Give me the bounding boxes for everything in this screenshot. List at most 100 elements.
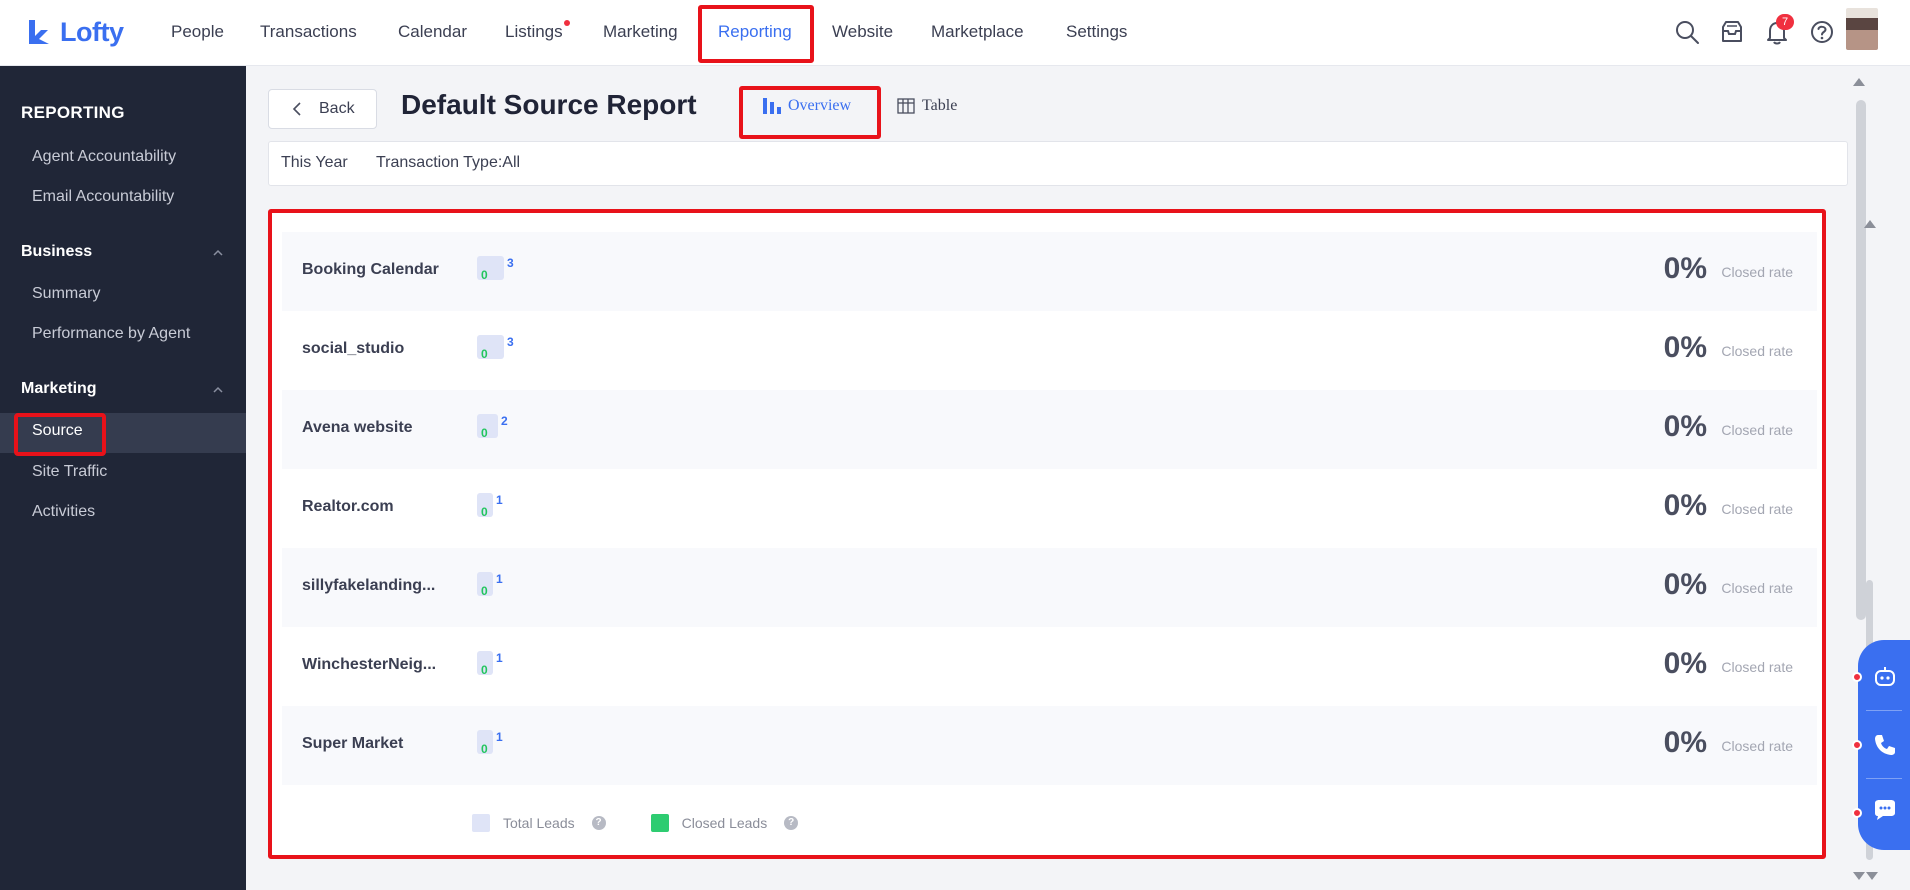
sidebar-item-email-accountability[interactable]: Email Accountability xyxy=(32,188,174,206)
nav-listings[interactable]: Listings xyxy=(505,20,570,44)
source-row: Super Market 0 1 0% Closed rate xyxy=(282,706,1817,785)
sidebar-title: REPORTING xyxy=(21,103,125,122)
source-row: WinchesterNeig... 0 1 0% Closed rate xyxy=(282,627,1817,706)
chevron-left-icon xyxy=(292,102,301,116)
nav-settings[interactable]: Settings xyxy=(1066,20,1127,44)
search-icon[interactable] xyxy=(1673,18,1701,46)
notification-count-badge: 7 xyxy=(1776,14,1794,30)
sidebar-item-summary[interactable]: Summary xyxy=(32,285,100,303)
nav-website[interactable]: Website xyxy=(832,20,893,44)
lofty-logo-icon xyxy=(29,20,49,44)
widget-divider xyxy=(1866,778,1902,779)
reporting-highlight-box xyxy=(698,5,814,63)
closed-rate-value: 0% xyxy=(1663,252,1707,285)
filter-bar[interactable]: This Year Transaction Type:All xyxy=(268,141,1848,186)
source-row: Realtor.com 0 1 0% Closed rate xyxy=(282,469,1817,548)
closed-leads-value: 0 xyxy=(481,347,488,361)
nav-transactions[interactable]: Transactions xyxy=(260,20,357,44)
sidebar-item-activities[interactable]: Activities xyxy=(32,503,95,521)
closed-rate-value: 0% xyxy=(1663,331,1707,364)
legend-label-total: Total Leads xyxy=(503,815,575,831)
source-row: social_studio 0 3 0% Closed rate xyxy=(282,311,1817,390)
phone-alert-dot xyxy=(1852,740,1862,750)
source-name: Booking Calendar xyxy=(302,261,439,278)
chat-alert-dot xyxy=(1852,808,1862,818)
nav-marketplace[interactable]: Marketplace xyxy=(931,20,1024,44)
closed-rate-label: Closed rate xyxy=(1721,422,1793,438)
chat-icon[interactable] xyxy=(1872,797,1898,823)
lofty-logo[interactable]: Lofty xyxy=(26,12,124,52)
closed-rate-label: Closed rate xyxy=(1721,264,1793,280)
closed-rate-label: Closed rate xyxy=(1721,343,1793,359)
closed-rate-value: 0% xyxy=(1663,568,1707,601)
nav-marketing[interactable]: Marketing xyxy=(603,20,678,44)
closed-rate-label: Closed rate xyxy=(1721,501,1793,517)
source-row: sillyfakelanding... 0 1 0% Closed rate xyxy=(282,548,1817,627)
filter-period[interactable]: This Year xyxy=(281,154,348,172)
tab-table[interactable]: Table xyxy=(897,97,957,115)
listings-notification-dot xyxy=(563,20,570,26)
filter-transaction-type[interactable]: Transaction Type:All xyxy=(376,154,520,172)
source-name: social_studio xyxy=(302,340,405,357)
closed-leads-value: 0 xyxy=(481,268,488,282)
logo-text: Lofty xyxy=(60,16,124,47)
total-leads-value: 1 xyxy=(496,572,503,586)
closed-leads-value: 0 xyxy=(481,426,488,440)
closed-leads-value: 0 xyxy=(481,663,488,677)
total-leads-value: 3 xyxy=(507,335,514,349)
nav-listings-label: Listings xyxy=(505,22,563,41)
back-button[interactable]: Back xyxy=(268,89,377,129)
chatbot-icon[interactable] xyxy=(1872,665,1898,691)
legend-label-closed: Closed Leads xyxy=(681,815,768,831)
source-chart-card: Booking Calendar 0 3 0% Closed rate social_st… xyxy=(268,209,1826,859)
closed-leads-value: 0 xyxy=(481,742,488,756)
total-leads-value: 2 xyxy=(501,414,508,428)
closed-leads-value: 0 xyxy=(481,505,488,519)
back-label: Back xyxy=(319,100,355,117)
nav-calendar[interactable]: Calendar xyxy=(398,20,467,44)
closed-rate-value: 0% xyxy=(1663,726,1707,759)
closed-rate-value: 0% xyxy=(1663,489,1707,522)
closed-rate-value: 0% xyxy=(1663,410,1707,443)
user-avatar[interactable] xyxy=(1846,8,1878,50)
source-name: Super Market xyxy=(302,735,404,752)
source-highlight-box xyxy=(14,413,106,456)
source-row: Booking Calendar 0 3 0% Closed rate xyxy=(282,232,1817,311)
sidebar-group-marketing[interactable]: Marketing xyxy=(21,380,97,398)
widget-divider xyxy=(1866,710,1902,711)
sidebar-item-performance-by-agent[interactable]: Performance by Agent xyxy=(32,325,190,343)
source-name: Realtor.com xyxy=(302,498,394,515)
source-name: WinchesterNeig... xyxy=(302,656,437,673)
phone-icon[interactable] xyxy=(1872,732,1898,758)
tab-overview-label: Overview xyxy=(788,97,852,114)
legend-swatch-closed xyxy=(650,814,669,832)
scroll-down-arrow[interactable] xyxy=(1853,872,1865,880)
help-icon[interactable] xyxy=(1808,18,1836,46)
top-navigation: Lofty People Transactions Calendar Listi… xyxy=(0,0,1910,66)
sidebar-item-site-traffic[interactable]: Site Traffic xyxy=(32,463,107,481)
closed-rate-label: Closed rate xyxy=(1721,738,1793,754)
closed-rate-label: Closed rate xyxy=(1721,659,1793,675)
sidebar-group-business[interactable]: Business xyxy=(21,243,92,261)
total-leads-value: 1 xyxy=(496,730,503,744)
legend-swatch-total xyxy=(472,814,490,832)
help-icon[interactable]: ? xyxy=(591,816,606,830)
scroll-up-arrow[interactable] xyxy=(1853,78,1865,86)
closed-leads-value: 0 xyxy=(481,584,488,598)
card-scroll-down-arrow[interactable] xyxy=(1866,872,1878,880)
inbox-icon[interactable] xyxy=(1718,18,1746,46)
reporting-sidebar: REPORTING Agent Accountability Email Acc… xyxy=(0,66,246,890)
page-scrollbar-thumb[interactable] xyxy=(1856,100,1866,620)
chevron-up-icon[interactable] xyxy=(211,246,225,260)
chevron-up-icon[interactable] xyxy=(211,383,225,397)
tab-overview[interactable]: Overview xyxy=(762,97,851,115)
table-icon xyxy=(897,98,915,114)
source-name: Avena website xyxy=(302,419,413,436)
sidebar-item-agent-accountability[interactable]: Agent Accountability xyxy=(32,148,176,166)
page-title: Default Source Report xyxy=(401,89,697,120)
chart-legend: Total Leads ? Closed Leads ? xyxy=(472,814,799,832)
card-scroll-up-arrow[interactable] xyxy=(1864,220,1876,228)
total-leads-value: 1 xyxy=(496,651,503,665)
nav-people[interactable]: People xyxy=(171,20,224,44)
help-icon[interactable]: ? xyxy=(784,816,799,830)
